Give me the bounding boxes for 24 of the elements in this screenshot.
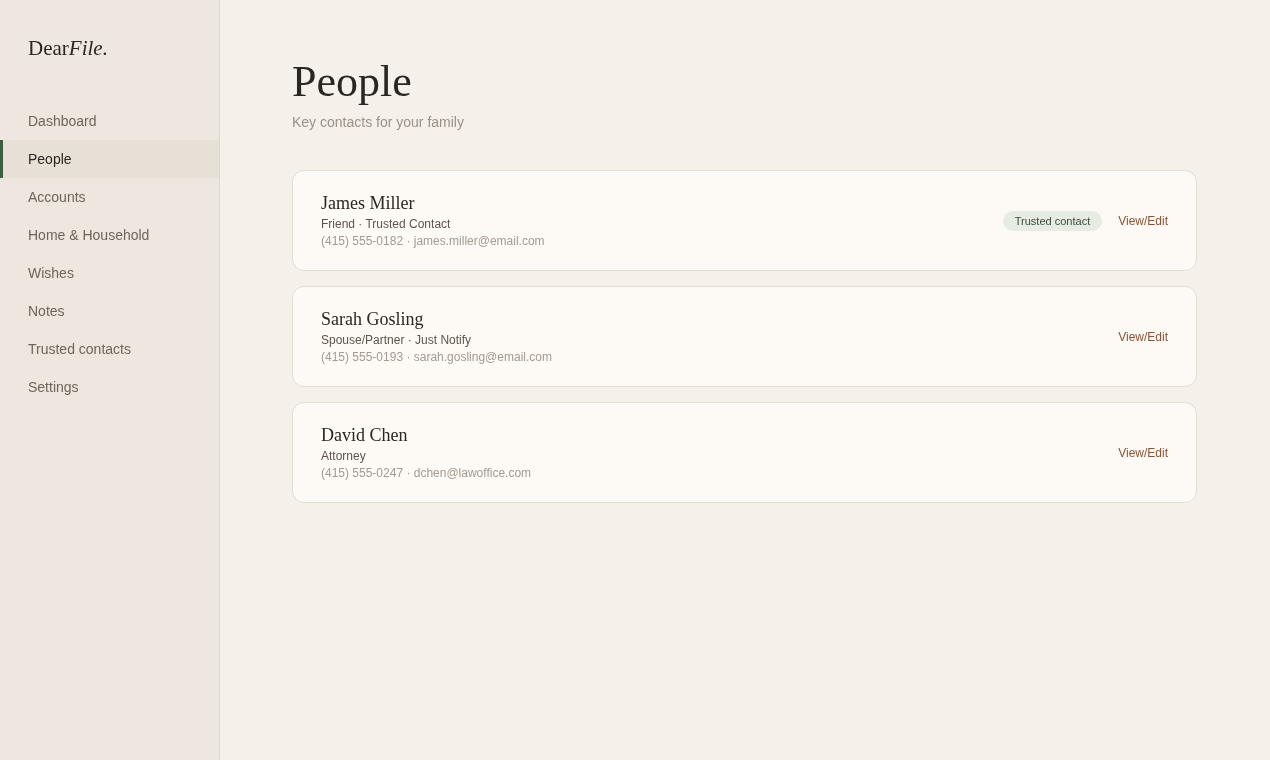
logo: DearFile. bbox=[28, 36, 108, 60]
page-subtitle: Key contacts for your family bbox=[292, 113, 464, 131]
view-edit-link[interactable]: View/Edit bbox=[1118, 328, 1168, 345]
nav-item[interactable]: Trusted contacts bbox=[0, 330, 219, 368]
trusted-contact-badge: Trusted contact bbox=[1002, 210, 1103, 231]
person-roles: Friend · Trusted Contact bbox=[321, 216, 451, 232]
person-name: David Chen bbox=[321, 424, 408, 446]
nav-item[interactable]: Notes bbox=[0, 292, 219, 330]
person-name: James Miller bbox=[321, 192, 415, 214]
person-roles: Spouse/Partner · Just Notify bbox=[321, 332, 472, 348]
nav-item[interactable]: Accounts bbox=[0, 178, 219, 216]
person-name: Sarah Gosling bbox=[321, 308, 424, 330]
person-roles: Attorney bbox=[321, 448, 366, 464]
nav-item[interactable]: Home & Household bbox=[0, 216, 219, 254]
view-edit-link[interactable]: View/Edit bbox=[1118, 212, 1168, 229]
view-edit-link[interactable]: View/Edit bbox=[1118, 444, 1168, 461]
person-contact: (415) 555-0193 · sarah.gosling@email.com bbox=[321, 349, 552, 365]
nav-item[interactable]: Wishes bbox=[0, 254, 219, 292]
person-contact: (415) 555-0247 · dchen@lawoffice.com bbox=[321, 465, 532, 481]
nav-item[interactable]: Dashboard bbox=[0, 102, 219, 140]
page-title: People bbox=[292, 56, 412, 108]
nav-item[interactable]: People bbox=[0, 140, 219, 178]
person-contact: (415) 555-0182 · james.miller@email.com bbox=[321, 233, 545, 249]
nav-item[interactable]: Settings bbox=[0, 368, 219, 406]
